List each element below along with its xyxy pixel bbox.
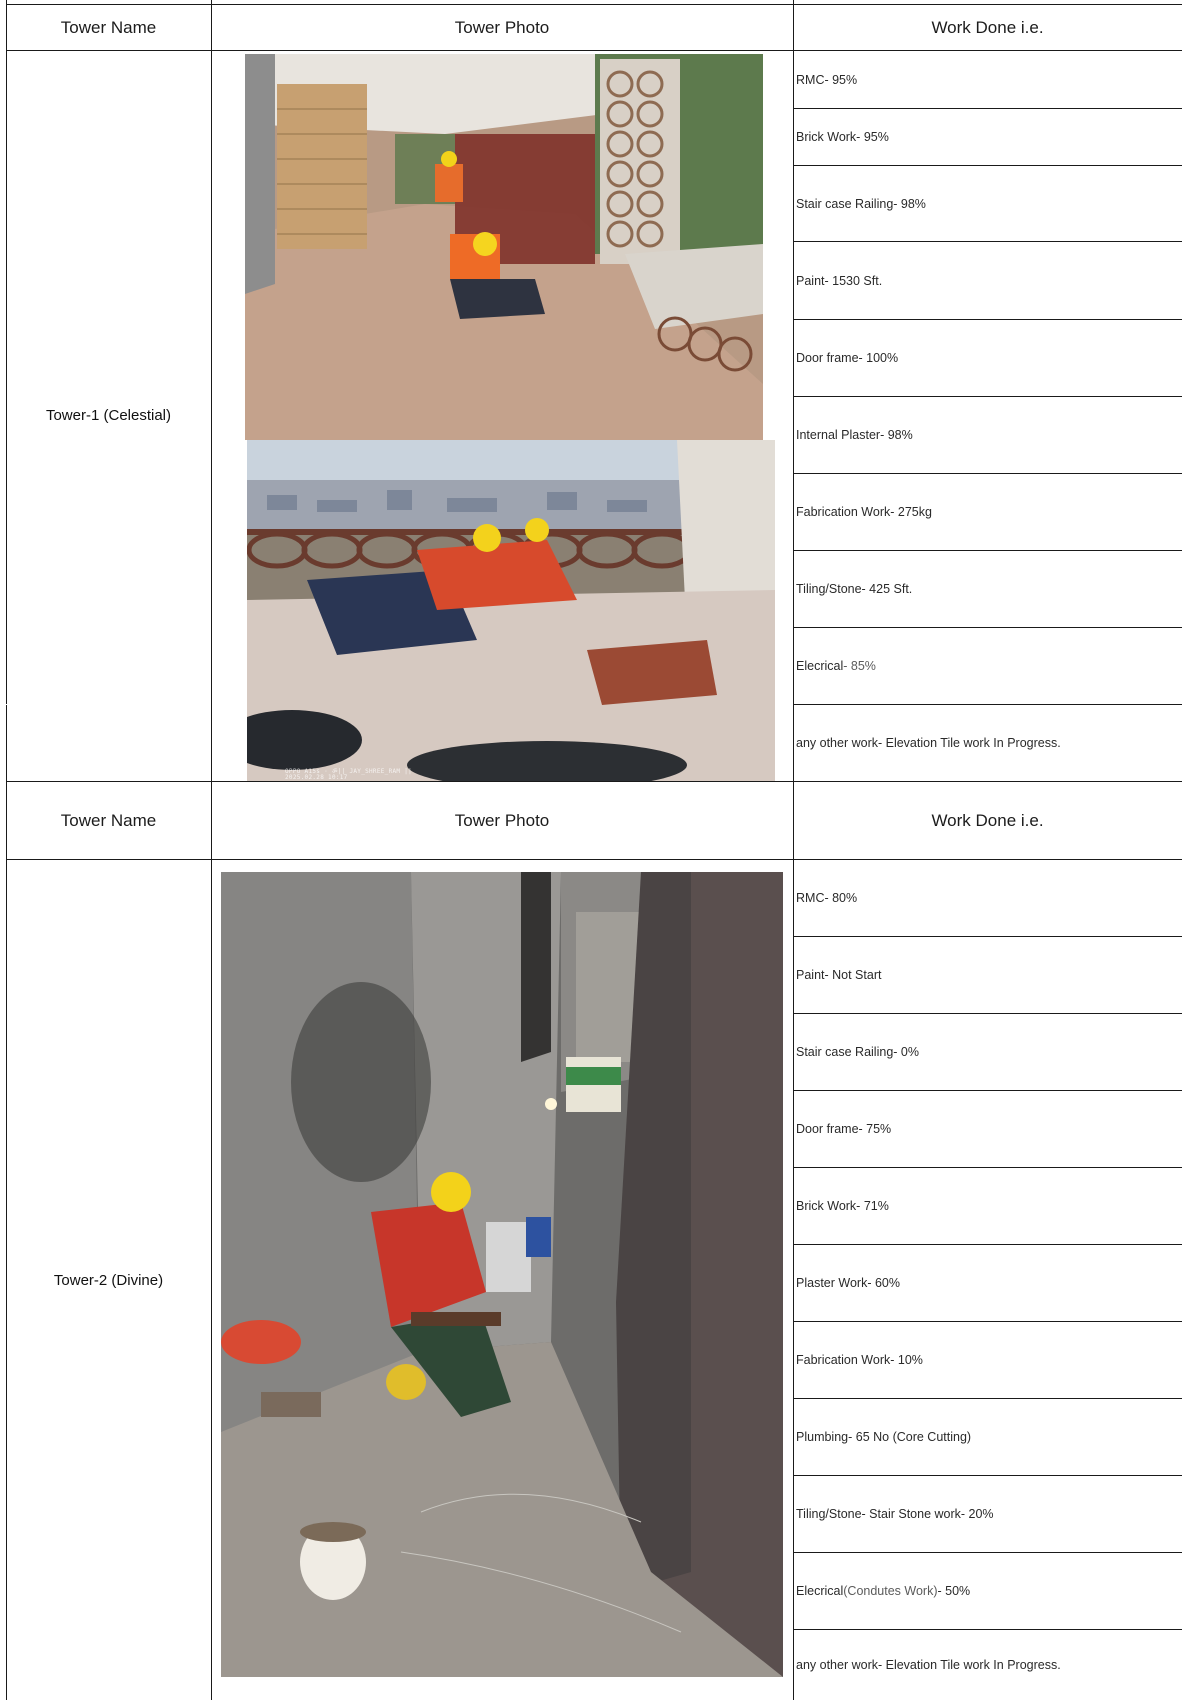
- work-item: Paint- 1530 Sft.: [796, 273, 883, 288]
- header-tower-photo: Tower Photo: [454, 810, 550, 830]
- work-item: Plaster Work- 60%: [796, 1276, 900, 1290]
- work-item: Fabrication Work- 275kg: [796, 505, 932, 519]
- photo-timestamp-line-2: 2025.02.28 10:17: [285, 774, 348, 781]
- work-item: any other work - Elevation Tile work In P…: [796, 736, 1061, 750]
- work-item: RMC- 95%: [796, 72, 858, 87]
- work-item: Door frame- 100%: [796, 351, 899, 365]
- work-item: Brick Work- 71%: [796, 1199, 889, 1213]
- work-item: RMC- 80%: [796, 891, 858, 905]
- work-item: any other work - Elevation Tile work In P…: [796, 1658, 1061, 1672]
- header-tower-name: Tower Name: [60, 810, 157, 830]
- work-item: Stair case Railing- 0%: [796, 1045, 919, 1059]
- work-item: Plumbing- 65 No (Core Cutting): [796, 1430, 972, 1444]
- work-item: Stair case Railing- 98%: [796, 196, 926, 211]
- tower1-railing-photo: OPPO A15s · ॐ|| JAY_SHREE_RAM || 2025.02…: [247, 440, 775, 781]
- header-tower-photo: Tower Photo: [454, 17, 550, 37]
- header-work-done: Work Done i.e.: [931, 810, 1044, 830]
- tower2-core-cutting-photo: [221, 872, 783, 1677]
- work-item: Fabrication Work- 10%: [796, 1353, 923, 1367]
- row-divider: [6, 704, 211, 705]
- work-item: Elecrical (Condutes Work) - 50%: [796, 1584, 971, 1598]
- header-tower-name: Tower Name: [60, 17, 157, 37]
- work-item: Door frame- 75%: [796, 1122, 892, 1136]
- work-item: Internal Plaster- 98%: [796, 428, 913, 442]
- header-work-done: Work Done i.e.: [931, 17, 1044, 37]
- tower1-balcony-photo: [245, 54, 763, 440]
- work-item: Paint- Not Start: [796, 968, 882, 982]
- tower-name-cell: Tower-1 (Celestial): [45, 406, 172, 424]
- work-item: Brick Work- 95%: [796, 130, 889, 144]
- tower-name-cell: Tower-2 (Divine): [53, 1271, 164, 1289]
- work-item: Tiling/Stone- 425 Sft.: [796, 582, 913, 596]
- work-item: Elecrical - 85%: [796, 659, 876, 673]
- work-item: Tiling/Stone- Stair Stone work- 20%: [796, 1507, 994, 1521]
- progress-report-table: Tower Name Tower Photo Work Done i.e. To…: [0, 0, 1182, 1700]
